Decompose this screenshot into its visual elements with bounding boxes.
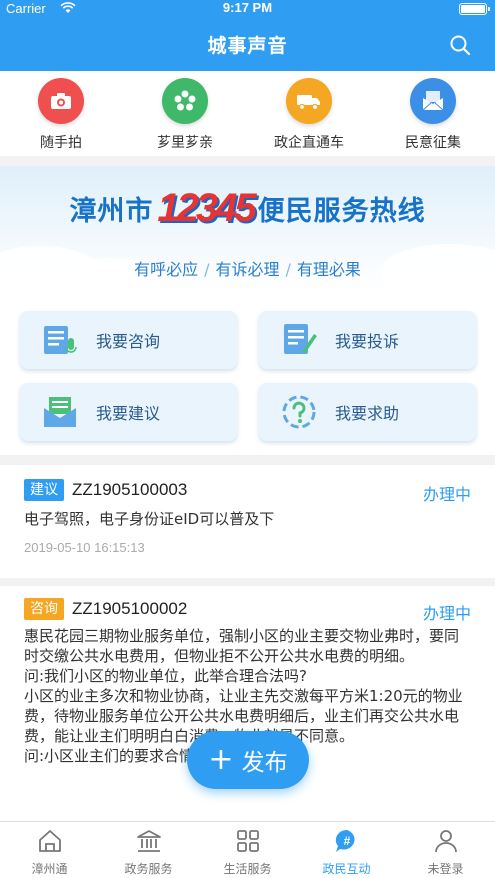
shortcut-label: 民意征集 (405, 135, 461, 151)
plus-icon: + (208, 742, 234, 777)
clock: 9:17 PM (222, 0, 273, 15)
slogan-item: 有诉必理 (215, 260, 280, 279)
slogan-item: 有理必果 (296, 260, 361, 279)
card-label: 我要求助 (335, 404, 400, 423)
tab-label: 政务服务 (124, 862, 173, 876)
shortcut-label: 随手拍 (40, 135, 82, 151)
status-label: 办理中 (422, 485, 471, 504)
card-label: 我要咨询 (96, 332, 161, 351)
banner-slogan: 有呼必应 / 有诉必理 / 有理必果 (134, 260, 361, 279)
truck-icon (286, 78, 332, 124)
shortcut-snapshot[interactable]: 随手拍 (11, 78, 111, 152)
tab-bar: 漳州通 政务服务 生活服务 # 政民互动 未登录 (0, 821, 495, 878)
tab-life-service[interactable]: 生活服务 (198, 828, 297, 877)
svg-text:#: # (343, 834, 350, 848)
search-icon[interactable] (449, 34, 471, 56)
help-icon (282, 395, 316, 429)
page-title: 城事声音 (207, 35, 288, 57)
item-content: 电子驾照，电子身份证eID可以普及下 (24, 510, 275, 528)
shortcut-bar: 随手拍 芗里芗亲 政企直通车 民意征集 (0, 71, 495, 156)
shortcut-label: 政企直通车 (274, 135, 344, 151)
government-icon (136, 830, 161, 852)
nav-bar: 城事声音 (0, 18, 495, 71)
type-badge: 建议 (24, 479, 64, 501)
shortcut-business[interactable]: 政企直通车 (259, 78, 359, 152)
case-number: ZZ1905100003 (72, 480, 188, 499)
item-date: 2019-05-10 16:15:13 (24, 540, 145, 555)
publish-label: 发布 (241, 750, 288, 776)
hotline-banner[interactable]: 漳州市 12345 便民服务热线 有呼必应 / 有诉必理 / 有理必果 (0, 166, 495, 291)
tab-zhangzhoutong[interactable]: 漳州通 (0, 828, 99, 877)
tab-government-service[interactable]: 政务服务 (99, 828, 198, 877)
tab-label: 生活服务 (223, 862, 272, 876)
type-badge: 咨询 (24, 598, 64, 620)
banner-title: 漳州市 12345 便民服务热线 (0, 186, 495, 231)
suggest-button[interactable]: 我要建议 (20, 383, 237, 441)
banner-service-name: 便民服务热线 (257, 196, 426, 227)
consult-icon (44, 326, 77, 354)
chat-hashtag-icon: # (335, 829, 355, 852)
list-item[interactable]: 建议 ZZ1905100003 办理中 电子驾照，电子身份证eID可以普及下 20… (0, 465, 495, 578)
status-label: 办理中 (422, 604, 471, 623)
banner-hotline-number: 12345 (157, 186, 256, 230)
case-number: ZZ1905100002 (72, 599, 188, 618)
mail-icon (410, 78, 456, 124)
card-label: 我要建议 (96, 404, 161, 423)
suggest-icon (44, 397, 76, 427)
shortcut-neighbors[interactable]: 芗里芗亲 (135, 78, 235, 152)
service-cards: 我要咨询 我要投诉 我要建议 我要求助 (0, 291, 495, 455)
home-icon (38, 830, 61, 852)
camera-icon (38, 78, 84, 124)
shortcut-label: 芗里芗亲 (157, 135, 213, 151)
tab-login[interactable]: 未登录 (396, 828, 495, 877)
shortcut-opinion[interactable]: 民意征集 (383, 78, 483, 152)
tab-interaction[interactable]: # 政民互动 (297, 828, 396, 877)
complaint-button[interactable]: 我要投诉 (259, 311, 476, 369)
tab-label: 未登录 (427, 862, 464, 876)
publish-button[interactable]: + 发布 (187, 731, 309, 789)
user-icon (434, 830, 457, 853)
complaint-icon (284, 324, 317, 354)
slogan-item: 有呼必应 (134, 260, 199, 279)
help-button[interactable]: 我要求助 (259, 383, 476, 441)
status-bar: Carrier 9:17 PM (0, 0, 495, 18)
banner-city: 漳州市 (69, 196, 154, 227)
card-label: 我要投诉 (335, 332, 400, 351)
tab-label: 政民互动 (322, 862, 371, 876)
flower-icon (162, 78, 208, 124)
battery-icon (459, 3, 490, 15)
tab-label: 漳州通 (31, 862, 68, 876)
consult-button[interactable]: 我要咨询 (20, 311, 237, 369)
grid-icon (236, 830, 259, 852)
